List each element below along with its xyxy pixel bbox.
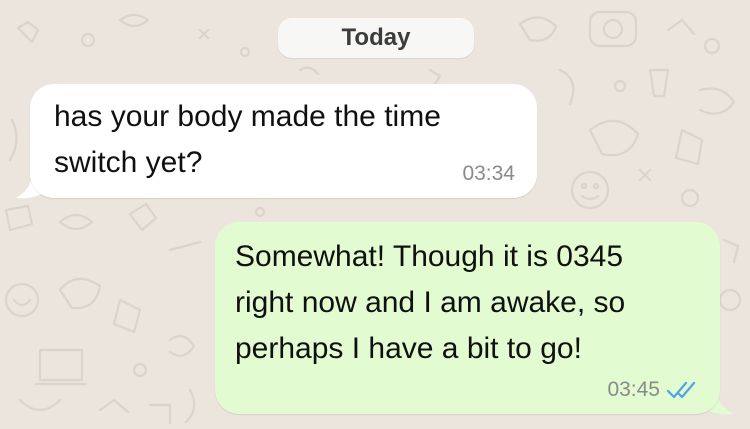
date-separator-label: Today — [341, 24, 411, 51]
outgoing-message-bubble[interactable]: Somewhat! Though it is 0345 right now an… — [215, 222, 720, 414]
message-text: has your body made the time switch yet? — [54, 100, 441, 179]
message-timestamp: 03:34 — [462, 162, 515, 185]
date-separator-chip: Today — [278, 18, 474, 58]
double-check-read-icon — [666, 381, 696, 399]
message-timestamp: 03:45 — [607, 378, 660, 401]
incoming-message-bubble[interactable]: has your body made the time switch yet? … — [30, 84, 537, 198]
message-text: Somewhat! Though it is 0345 right now an… — [235, 240, 626, 365]
